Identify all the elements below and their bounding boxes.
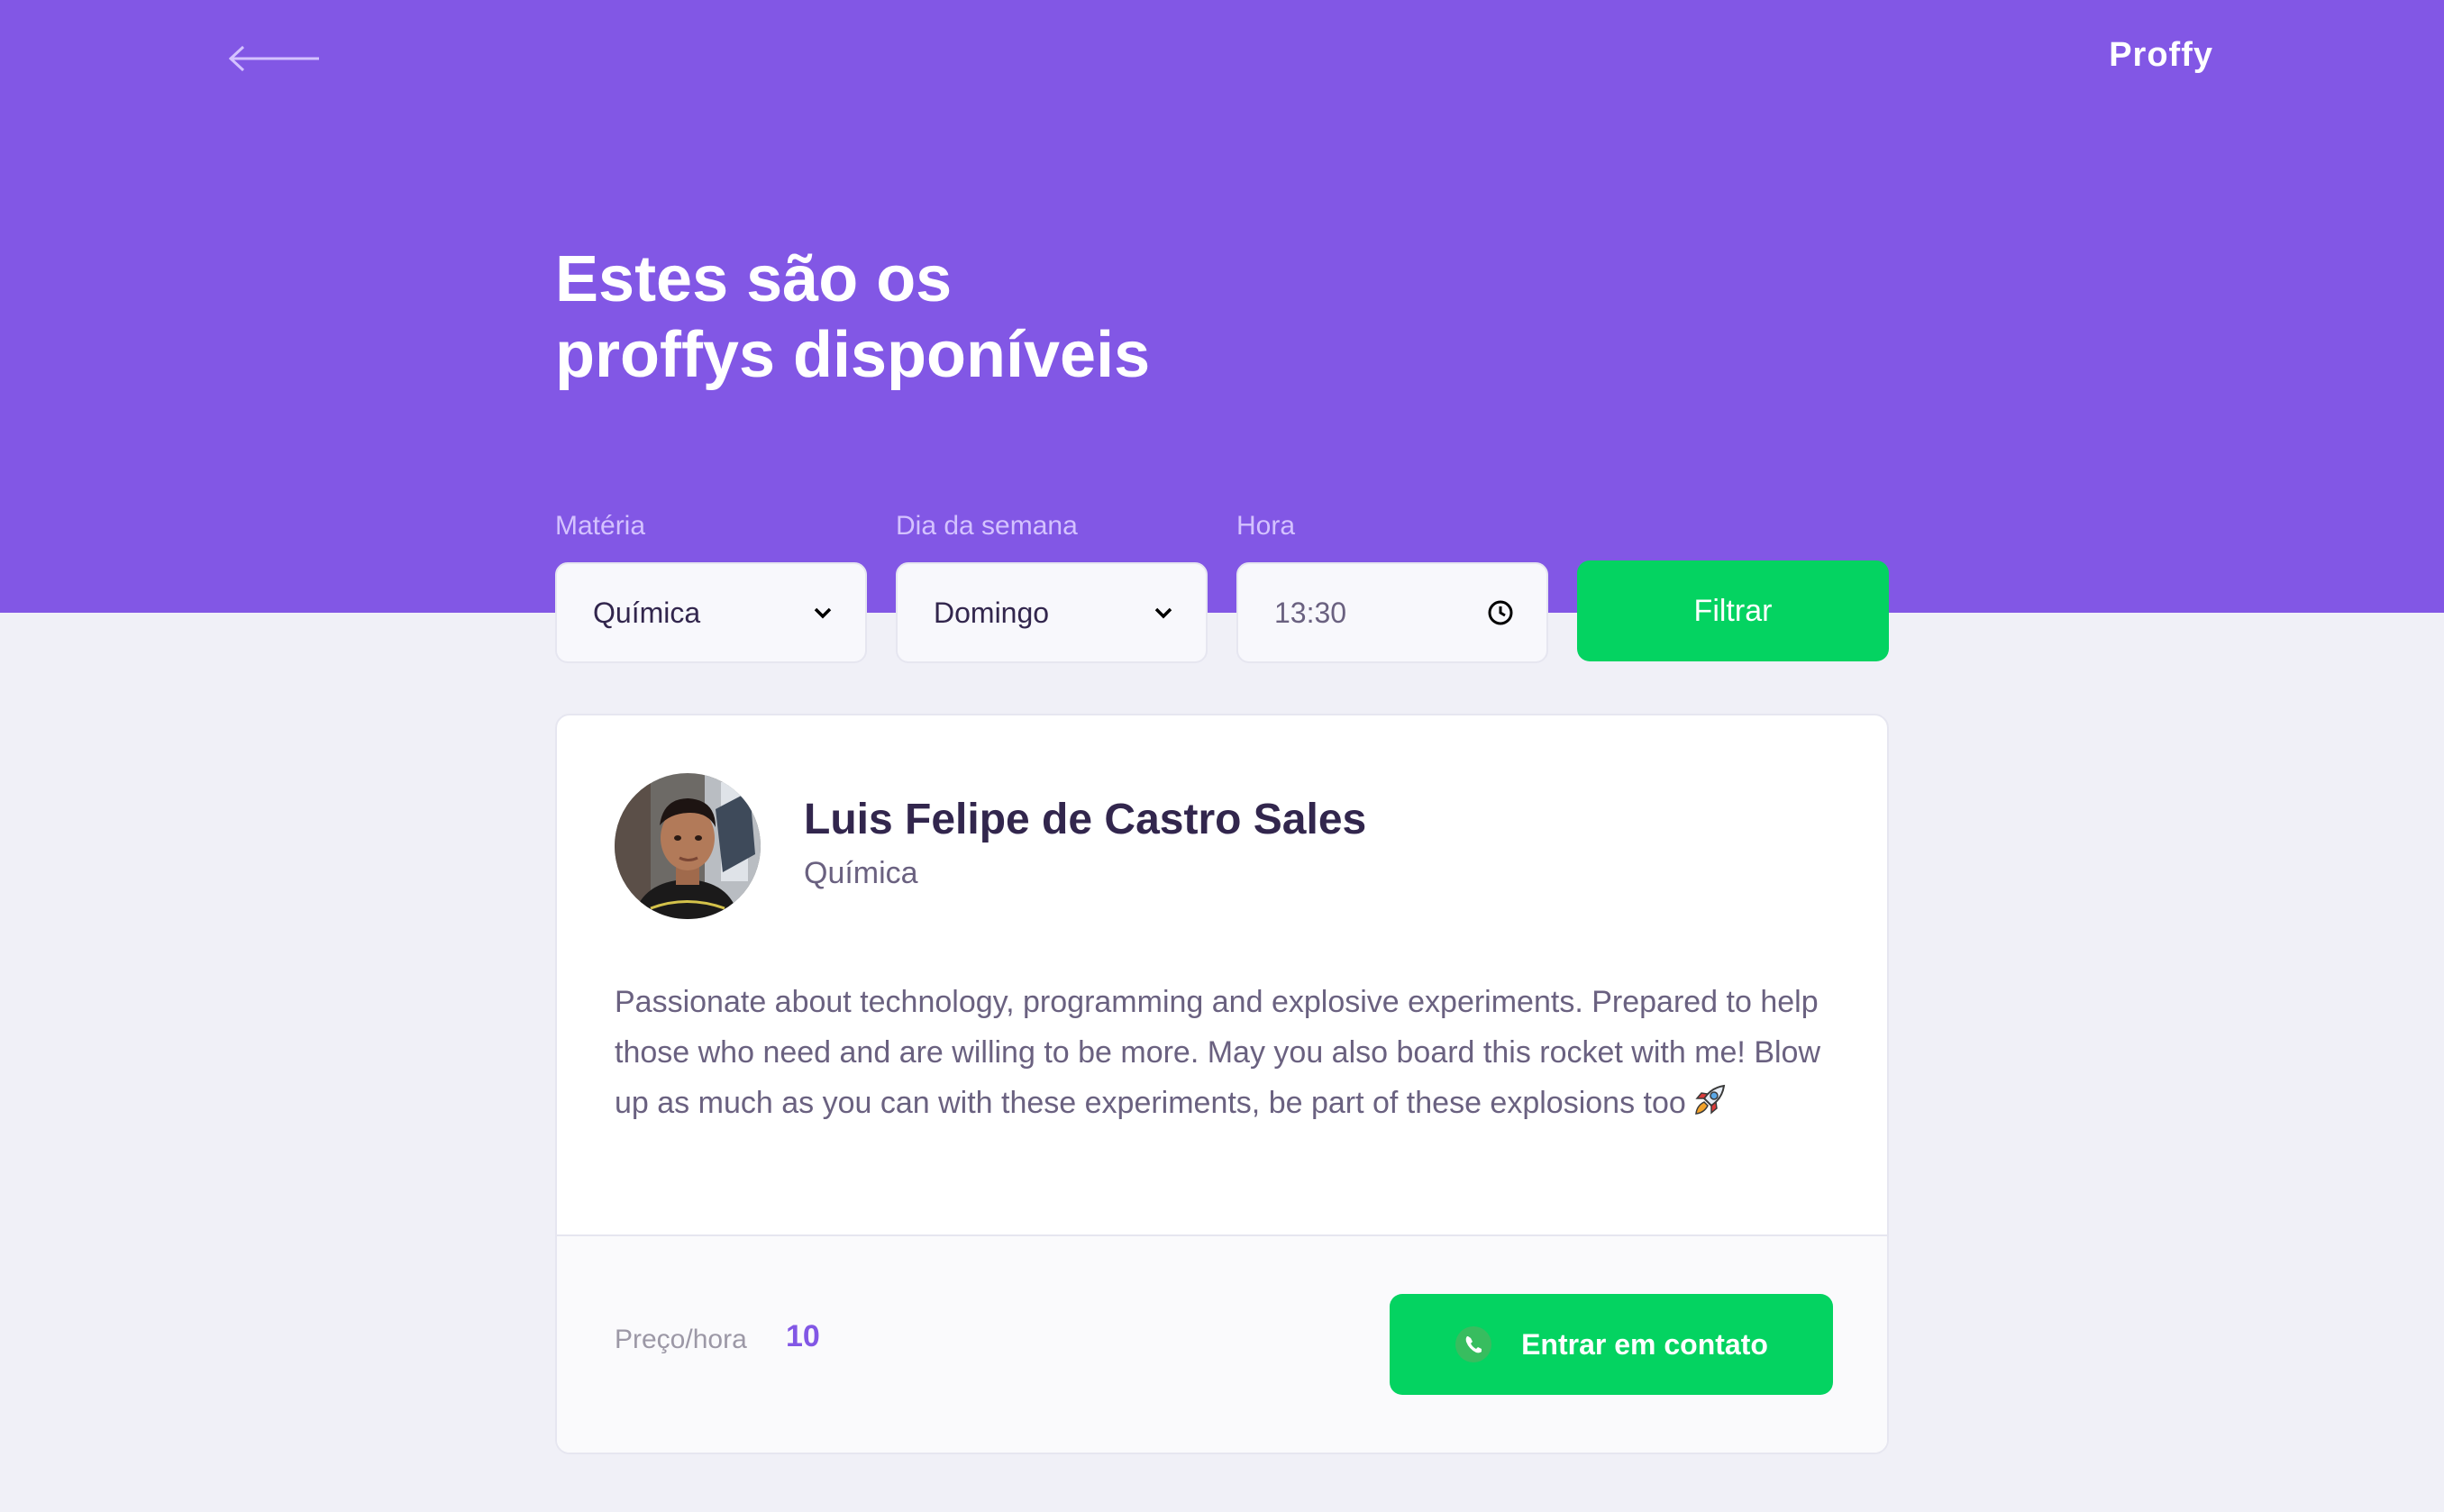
weekday-field: Dia da semana Domingo <box>896 505 1208 663</box>
teacher-subject: Química <box>804 856 918 890</box>
chevron-down-icon <box>1154 607 1172 619</box>
contact-button[interactable]: Entrar em contato <box>1390 1294 1833 1395</box>
page: Proffy Estes são os proffys disponíveis … <box>0 0 2444 1512</box>
teacher-bio-text: Passionate about technology, programming… <box>615 985 1821 1120</box>
contact-button-label: Entrar em contato <box>1521 1327 1768 1361</box>
weekday-label: Dia da semana <box>896 511 1078 541</box>
time-input[interactable]: 13:30 <box>1236 562 1548 663</box>
clock-icon[interactable] <box>1487 599 1514 626</box>
rocket-icon <box>1694 1084 1725 1115</box>
page-header: Proffy Estes são os proffys disponíveis … <box>0 0 2444 663</box>
page-title-line-1: Estes são os <box>555 243 953 315</box>
subject-field: Matéria Química <box>555 505 867 663</box>
filter-button[interactable]: Filtrar <box>1577 560 1889 661</box>
search-teachers-form: Matéria Química Dia da semana Domingo Ho… <box>555 505 1889 663</box>
avatar <box>615 773 761 919</box>
subject-label: Matéria <box>555 511 646 541</box>
page-title: Estes são os proffys disponíveis <box>555 241 1366 393</box>
teacher-name: Luis Felipe de Castro Sales <box>804 796 1367 843</box>
weekday-select-value: Domingo <box>934 596 1050 629</box>
weekday-select[interactable]: Domingo <box>896 562 1208 663</box>
time-field: Hora 13:30 <box>1236 505 1548 663</box>
teacher-bio: Passionate about technology, programming… <box>615 977 1840 1128</box>
teacher-card-footer: Preço/hora 10 Entrar em contato <box>557 1234 1887 1453</box>
teacher-card: Luis Felipe de Castro Sales Química Pass… <box>555 714 1889 1454</box>
chevron-down-icon <box>814 607 832 619</box>
subject-select[interactable]: Química <box>555 562 867 663</box>
arrow-left-icon[interactable] <box>229 45 321 72</box>
avatar-photo <box>615 773 761 919</box>
page-title-line-2: proffys disponíveis <box>555 319 1151 391</box>
price-label: Preço/hora <box>615 1325 747 1354</box>
time-input-value: 13:30 <box>1274 596 1347 629</box>
whatsapp-icon <box>1455 1326 1492 1362</box>
proffy-logo: Proffy <box>2109 36 2213 74</box>
subject-select-value: Química <box>593 596 701 629</box>
time-label: Hora <box>1236 511 1296 541</box>
price-value: 10 <box>786 1319 820 1353</box>
